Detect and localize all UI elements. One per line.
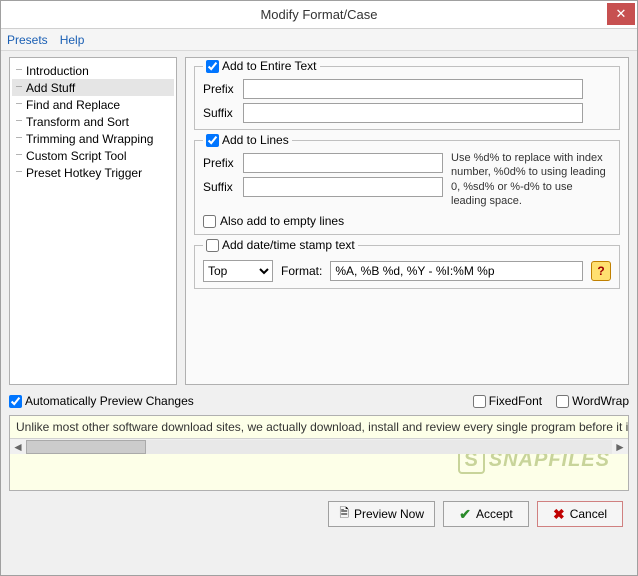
scroll-left-arrow-icon[interactable]: ◄ [10, 440, 26, 454]
window-title: Modify Format/Case [1, 7, 637, 22]
menu-presets[interactable]: Presets [7, 33, 48, 47]
tree-item-introduction[interactable]: ┄ Introduction [12, 62, 174, 79]
preview-now-button[interactable]: 🗎 Preview Now [328, 501, 435, 527]
tree-dash-icon: ┄ [16, 167, 22, 178]
label-add-empty-lines: Also add to empty lines [220, 214, 344, 228]
help-button[interactable]: ? [591, 261, 611, 281]
input-date-format[interactable] [330, 261, 583, 281]
button-label: Preview Now [354, 507, 424, 521]
tree-item-add-stuff[interactable]: ┄ Add Stuff [12, 79, 174, 96]
label-word-wrap: WordWrap [572, 394, 629, 408]
checkbox-fixed-font[interactable] [473, 395, 486, 408]
input-prefix-lines[interactable] [243, 153, 443, 173]
checkbox-add-empty-lines[interactable] [203, 215, 216, 228]
tree-item-find-replace[interactable]: ┄ Find and Replace [12, 96, 174, 113]
scroll-thumb[interactable] [26, 440, 146, 454]
titlebar: Modify Format/Case ✕ [1, 1, 637, 29]
tree-item-preset-hotkey[interactable]: ┄ Preset Hotkey Trigger [12, 164, 174, 181]
options-row: Automatically Preview Changes FixedFont … [9, 391, 629, 411]
tree-item-transform-sort[interactable]: ┄ Transform and Sort [12, 113, 174, 130]
cancel-button[interactable]: ✖ Cancel [537, 501, 623, 527]
preview-text: Unlike most other software download site… [10, 416, 628, 438]
horizontal-scrollbar[interactable]: ◄ ► [10, 438, 628, 454]
label-prefix-lines: Prefix [203, 156, 237, 170]
tree-dash-icon: ┄ [16, 116, 22, 127]
tree-dash-icon: ┄ [16, 150, 22, 161]
select-date-position[interactable]: Top [203, 260, 273, 282]
checkbox-word-wrap[interactable] [556, 395, 569, 408]
group-title: Add date/time stamp text [222, 238, 355, 252]
close-button[interactable]: ✕ [607, 3, 635, 25]
category-tree: ┄ Introduction ┄ Add Stuff ┄ Find and Repla… [9, 57, 177, 385]
x-icon: ✖ [553, 506, 565, 523]
group-add-date: Add date/time stamp text Top Format: ? [194, 245, 620, 289]
input-prefix-entire[interactable] [243, 79, 583, 99]
tree-label: Find and Replace [26, 98, 120, 112]
tree-dash-icon: ┄ [16, 99, 22, 110]
tree-item-trimming-wrapping[interactable]: ┄ Trimming and Wrapping [12, 130, 174, 147]
group-header-entire: Add to Entire Text [203, 59, 320, 73]
label-auto-preview: Automatically Preview Changes [25, 394, 194, 408]
group-title: Add to Entire Text [222, 59, 317, 73]
tree-label: Transform and Sort [26, 115, 129, 129]
checkbox-add-lines[interactable] [206, 134, 219, 147]
question-icon: ? [597, 264, 604, 278]
label-prefix-entire: Prefix [203, 82, 237, 96]
menu-help[interactable]: Help [60, 33, 85, 47]
label-format: Format: [281, 264, 322, 278]
label-suffix-lines: Suffix [203, 180, 237, 194]
tree-dash-icon: ┄ [16, 133, 22, 144]
upper-pane: ┄ Introduction ┄ Add Stuff ┄ Find and Repla… [9, 57, 629, 385]
checkbox-add-entire-text[interactable] [206, 60, 219, 73]
button-row: 🗎 Preview Now ✔ Accept ✖ Cancel [9, 501, 629, 527]
tree-dash-icon: ┄ [16, 65, 22, 76]
dialog-window: Modify Format/Case ✕ Presets Help ┄ Intro… [0, 0, 638, 576]
accept-button[interactable]: ✔ Accept [443, 501, 529, 527]
tree-dash-icon: ┄ [16, 82, 22, 93]
tree-label: Add Stuff [26, 81, 75, 95]
tree-label: Preset Hotkey Trigger [26, 166, 142, 180]
tree-label: Custom Script Tool [26, 149, 126, 163]
tree-label: Introduction [26, 64, 89, 78]
tree-label: Trimming and Wrapping [26, 132, 153, 146]
input-suffix-entire[interactable] [243, 103, 583, 123]
dialog-body: ┄ Introduction ┄ Add Stuff ┄ Find and Repla… [1, 51, 637, 575]
check-icon: ✔ [459, 506, 471, 523]
group-header-lines: Add to Lines [203, 133, 292, 147]
preview-panel: Unlike most other software download site… [9, 415, 629, 491]
scroll-right-arrow-icon[interactable]: ► [612, 440, 628, 454]
scroll-track[interactable] [26, 440, 612, 454]
group-add-entire-text: Add to Entire Text Prefix Suffix [194, 66, 620, 130]
group-header-date: Add date/time stamp text [203, 238, 358, 252]
button-label: Accept [476, 507, 513, 521]
menubar: Presets Help [1, 29, 637, 51]
label-suffix-entire: Suffix [203, 106, 237, 120]
group-title: Add to Lines [222, 133, 289, 147]
tree-item-custom-script[interactable]: ┄ Custom Script Tool [12, 147, 174, 164]
lines-hint-text: Use %d% to replace with index number, %0… [451, 149, 611, 208]
label-fixed-font: FixedFont [489, 394, 542, 408]
input-suffix-lines[interactable] [243, 177, 443, 197]
settings-panel: Add to Entire Text Prefix Suffix Add to [185, 57, 629, 385]
checkbox-auto-preview[interactable] [9, 395, 22, 408]
checkbox-add-date[interactable] [206, 239, 219, 252]
button-label: Cancel [570, 507, 607, 521]
group-add-lines: Add to Lines Prefix Suffix [194, 140, 620, 235]
close-icon: ✕ [616, 6, 627, 22]
preview-icon: 🗎 [339, 504, 349, 525]
